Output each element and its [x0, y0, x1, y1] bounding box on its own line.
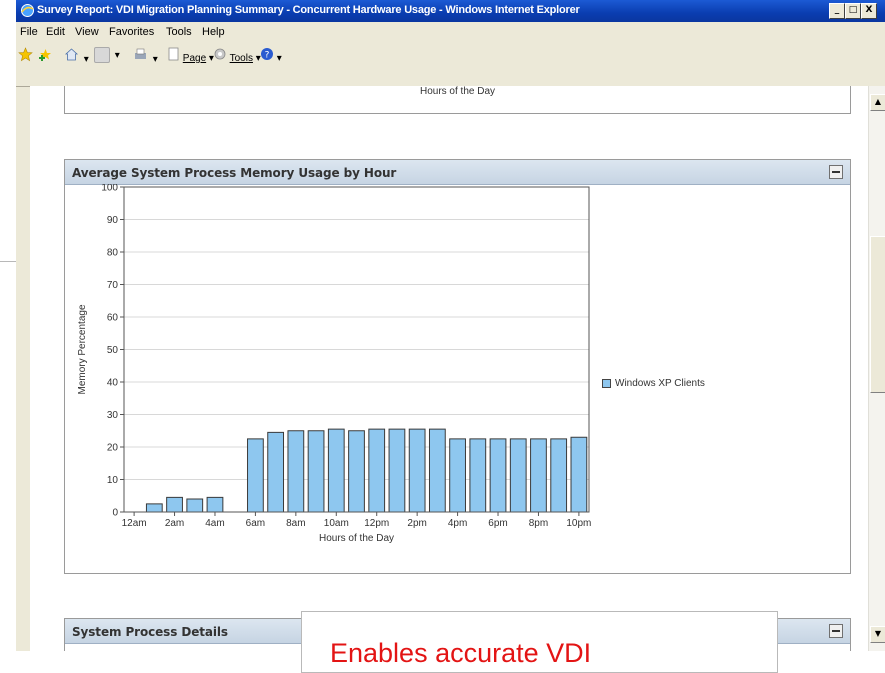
svg-text:?: ? [265, 51, 270, 61]
menu-help[interactable]: Help [202, 26, 225, 38]
x-axis-title: Hours of the Day [319, 533, 394, 544]
bar [166, 496, 183, 513]
bar [368, 428, 386, 513]
x-tick-label: 8am [286, 518, 305, 529]
bar [186, 498, 204, 513]
tools-menu-label: Tools [229, 53, 253, 64]
x-tick-label: 10pm [566, 518, 591, 529]
bar [348, 430, 365, 513]
x-tick-label: 2am [165, 518, 184, 529]
x-tick-label: 4am [205, 518, 224, 529]
collapse-panel-button[interactable] [829, 165, 843, 179]
menu-tools[interactable]: Tools [166, 26, 192, 38]
feeds-icon[interactable]: ▾ [94, 47, 120, 63]
add-favorites-icon[interactable] [38, 47, 53, 63]
window-title: Survey Report: VDI Migration Planning Su… [37, 4, 580, 16]
bar [206, 496, 224, 513]
legend-swatch [602, 378, 611, 388]
panel2-title: System Process Details [72, 625, 228, 639]
y-axis-title: Memory Percentage [77, 304, 88, 394]
y-tick-label: 30 [107, 410, 119, 421]
memory-usage-chart: 0 10 20 30 40 50 60 70 80 90 100 12am 2am 4am 6am 8am 10… [77, 184, 591, 544]
bar [145, 503, 163, 513]
scroll-down-button[interactable]: ▼ [870, 626, 885, 643]
menu-file[interactable]: File [20, 26, 38, 38]
y-tick-label: 90 [107, 215, 119, 226]
x-tick-label: 4pm [448, 518, 467, 529]
y-tick-label: 70 [107, 280, 119, 291]
menu-bar: File Edit View Favorites Tools Help [16, 22, 885, 43]
bar [550, 438, 568, 513]
x-tick-label: 6am [246, 518, 265, 529]
y-tick-label: 20 [107, 443, 119, 454]
x-tick-label: 12pm [364, 518, 389, 529]
bar [408, 428, 426, 513]
favorites-star-icon[interactable] [18, 47, 33, 63]
callout-box: Enables accurate VDI [301, 611, 778, 673]
slide-divider-line [0, 261, 16, 262]
x-tick-label: 6pm [488, 518, 507, 529]
vertical-scrollbar[interactable]: ▲ ▼ [868, 86, 885, 651]
bar [570, 436, 588, 513]
y-tick-label: 60 [107, 313, 119, 324]
menu-favorites[interactable]: Favorites [109, 26, 154, 38]
help-icon[interactable]: ? ▾ [260, 47, 282, 64]
menu-edit[interactable]: Edit [46, 26, 65, 38]
close-button[interactable]: X [861, 3, 877, 19]
legend-label: Windows XP Clients [615, 378, 705, 389]
page-menu-label: Page [182, 53, 207, 64]
y-tick-label: 0 [112, 508, 118, 519]
bar [327, 428, 345, 513]
bar [307, 430, 325, 513]
y-tick-label: 50 [107, 345, 119, 356]
bar [509, 438, 527, 513]
home-icon[interactable]: ▾ [64, 47, 89, 65]
bar [489, 438, 507, 513]
y-tick-label: 100 [101, 184, 118, 194]
scrollbar-thumb[interactable] [870, 236, 885, 393]
previous-chart-x-axis-label: Hours of the Day [419, 86, 496, 97]
bar [247, 438, 264, 513]
y-tick-label: 10 [107, 475, 119, 486]
panel-title: Average System Process Memory Usage by H… [72, 166, 397, 180]
y-tick-label: 40 [107, 378, 119, 389]
menu-view[interactable]: View [75, 26, 99, 38]
title-bar[interactable]: Survey Report: VDI Migration Planning Su… [16, 0, 885, 22]
bar [469, 438, 487, 513]
chart-legend: Windows XP Clients [602, 378, 705, 389]
bar [388, 428, 406, 513]
y-tick-label: 80 [107, 248, 119, 259]
x-tick-label: 8pm [529, 518, 548, 529]
minimize-button[interactable]: _ [829, 3, 845, 19]
bar [428, 428, 446, 513]
page-content: Hours of the Day Average System Process … [30, 86, 868, 651]
internet-explorer-icon [21, 4, 34, 17]
scroll-up-button[interactable]: ▲ [870, 94, 885, 111]
page-menu-button[interactable]: Page ▾ [166, 47, 214, 64]
collapse-panel2-button[interactable] [829, 624, 843, 638]
bar [449, 438, 466, 513]
browser-window: Survey Report: VDI Migration Planning Su… [16, 0, 885, 651]
previous-chart-panel: Hours of the Day [64, 86, 851, 114]
x-tick-label: 2pm [407, 518, 426, 529]
panel-header: Average System Process Memory Usage by H… [65, 160, 850, 185]
x-tick-label: 10am [324, 518, 349, 529]
x-tick-label: 12am [122, 518, 147, 529]
bar [530, 438, 547, 513]
memory-usage-panel: Average System Process Memory Usage by H… [64, 159, 851, 574]
maximize-button[interactable]: □ [845, 3, 861, 19]
bar [267, 431, 285, 513]
command-bar: ▾ ▾ ▾ Page ▾ Tools ▾ ? ▾ [16, 43, 885, 87]
bar [287, 430, 305, 513]
print-icon[interactable]: ▾ [133, 47, 158, 65]
callout-text: Enables accurate VDI [330, 638, 592, 668]
tools-menu-button[interactable]: Tools ▾ [213, 47, 261, 64]
